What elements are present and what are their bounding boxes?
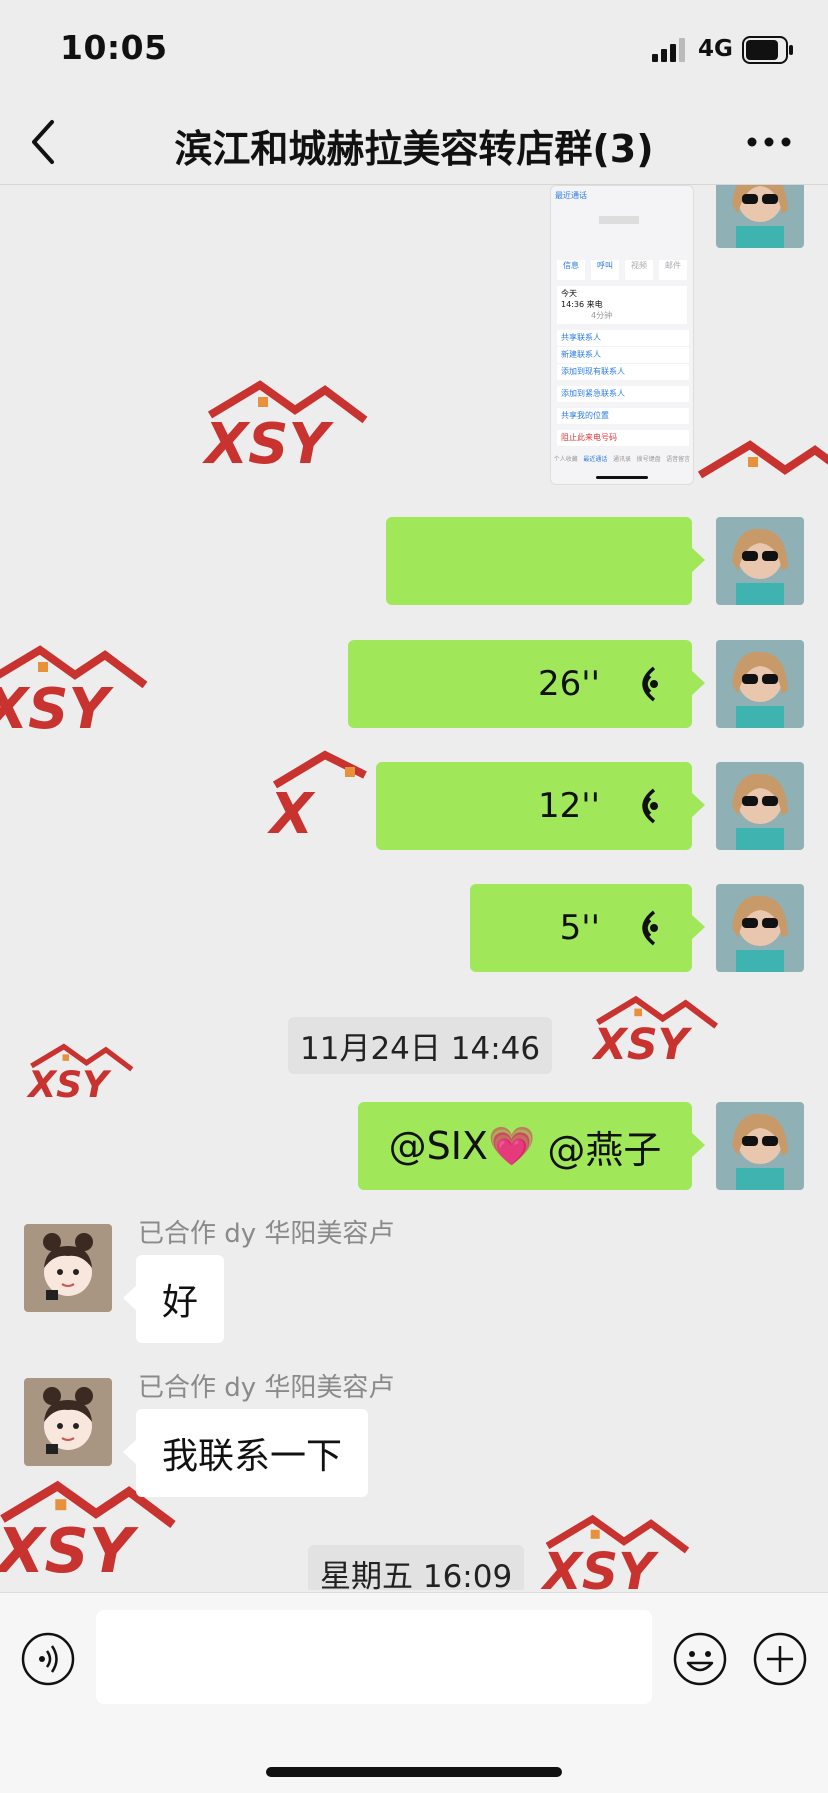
my-avatar[interactable] [716, 185, 804, 248]
screenshot-tab-bar: 个人收藏 最近通话 通讯录 拨号键盘 语音留言 [551, 454, 693, 463]
screenshot-back-label: 最近通话 [555, 191, 587, 200]
screenshot-tab: 最近通话 [583, 456, 608, 463]
screenshot-action-buttons: 信息 呼叫 视频 邮件 [557, 260, 687, 280]
watermark-logo: XSY [202, 380, 368, 475]
screenshot-button: 呼叫 [591, 260, 619, 280]
screenshot-redacted-name [599, 216, 639, 224]
svg-text:XSY: XSY [0, 677, 115, 740]
voice-input-icon[interactable] [20, 1631, 76, 1687]
screenshot-tab: 个人收藏 [553, 456, 578, 463]
message-timestamp: 星期五 16:09 [308, 1545, 525, 1590]
mention-message-bubble[interactable]: @SIX 💗 @燕子 [358, 1102, 705, 1190]
status-bar: 10:05 4G [0, 0, 828, 100]
status-time: 10:05 [60, 28, 168, 67]
heart-emoji: 💗 [487, 1123, 536, 1168]
voice-duration: 5'' [559, 908, 600, 948]
screenshot-tab: 通讯录 [612, 456, 631, 463]
svg-text:XSY: XSY [540, 1542, 659, 1590]
screenshot-call-time: 14:36 来电 [561, 300, 603, 309]
watermark-logo: XSY [0, 645, 148, 740]
svg-text:XSY: XSY [202, 412, 335, 475]
screenshot-tab: 拨号键盘 [636, 456, 661, 463]
mention-text: @SIX [388, 1124, 488, 1168]
sender-name: 已合作 dy 华阳美容卢 [138, 1373, 395, 1403]
back-icon[interactable] [24, 114, 64, 170]
chat-area[interactable]: XSY XSY X XSY XSY XSY XSY 最近通话 信息 [0, 185, 828, 1590]
mention-text: @燕子 [535, 1127, 662, 1172]
message-timestamp: 11月24日 14:46 [288, 1017, 553, 1074]
voice-wave-icon [642, 910, 658, 946]
signal-icon [652, 38, 685, 62]
watermark-logo: XSY [591, 995, 719, 1070]
my-avatar[interactable] [716, 884, 804, 972]
my-avatar[interactable] [716, 1102, 804, 1190]
screenshot-button: 信息 [557, 260, 585, 280]
svg-text:XSY: XSY [0, 1515, 139, 1585]
sender-name: 已合作 dy 华阳美容卢 [138, 1219, 395, 1249]
my-avatar[interactable] [716, 762, 804, 850]
battery-icon [742, 36, 793, 64]
screenshot-action: 添加到现有联系人 [557, 364, 689, 380]
contact-avatar[interactable] [24, 1378, 112, 1466]
more-icon[interactable] [744, 124, 794, 160]
incoming-message-bubble[interactable]: 我联系一下 [122, 1409, 369, 1497]
screenshot-action: 共享联系人 [557, 330, 689, 346]
my-avatar[interactable] [716, 517, 804, 605]
chat-title: 滨江和城赫拉美容转店群(3) [174, 127, 654, 171]
contact-avatar[interactable] [24, 1224, 112, 1312]
input-bar [0, 1592, 828, 1793]
voice-duration: 26'' [538, 664, 600, 704]
voice-duration: 12'' [538, 786, 600, 826]
voice-message-bubble[interactable]: 12'' [376, 762, 705, 850]
nav-bar: 滨江和城赫拉美容转店群(3) [0, 100, 828, 185]
voice-message-bubble[interactable]: 26'' [348, 640, 705, 728]
voice-wave-icon [642, 788, 658, 824]
plus-icon[interactable] [752, 1631, 808, 1687]
my-avatar[interactable] [716, 640, 804, 728]
voice-message-bubble[interactable]: 5'' [470, 884, 705, 972]
message-input[interactable] [96, 1610, 652, 1704]
shared-screenshot-image[interactable]: 最近通话 信息 呼叫 视频 邮件 今天 14:36 来电 4分钟 共享联系人 新… [550, 185, 694, 485]
watermark-logo: XSY [540, 1514, 690, 1590]
screenshot-call-day: 今天 [561, 289, 577, 298]
screenshot-call-record: 今天 14:36 来电 4分钟 [557, 286, 687, 324]
emoji-icon[interactable] [672, 1631, 728, 1687]
network-type: 4G [698, 36, 733, 62]
screenshot-button: 邮件 [659, 260, 687, 280]
svg-text:X: X [267, 782, 316, 845]
outgoing-message-bubble[interactable] [386, 517, 705, 605]
screenshot-call-note: 4分钟 [591, 311, 613, 320]
screenshot-action: 新建联系人 [557, 347, 689, 363]
screenshot-button: 视频 [625, 260, 653, 280]
watermark-logo: XSY [26, 1043, 134, 1105]
svg-text:XSY: XSY [591, 1020, 693, 1070]
svg-text:XSY: XSY [26, 1063, 112, 1105]
screenshot-action: 添加到紧急联系人 [557, 386, 689, 402]
screenshot-action: 阻止此来电号码 [557, 430, 689, 446]
incoming-message-bubble[interactable]: 好 [122, 1255, 225, 1343]
screenshot-tab: 语音留言 [666, 456, 691, 463]
voice-wave-icon [642, 666, 658, 702]
home-indicator [266, 1767, 562, 1777]
screenshot-home-indicator [596, 476, 648, 479]
screenshot-action: 共享我的位置 [557, 408, 689, 424]
